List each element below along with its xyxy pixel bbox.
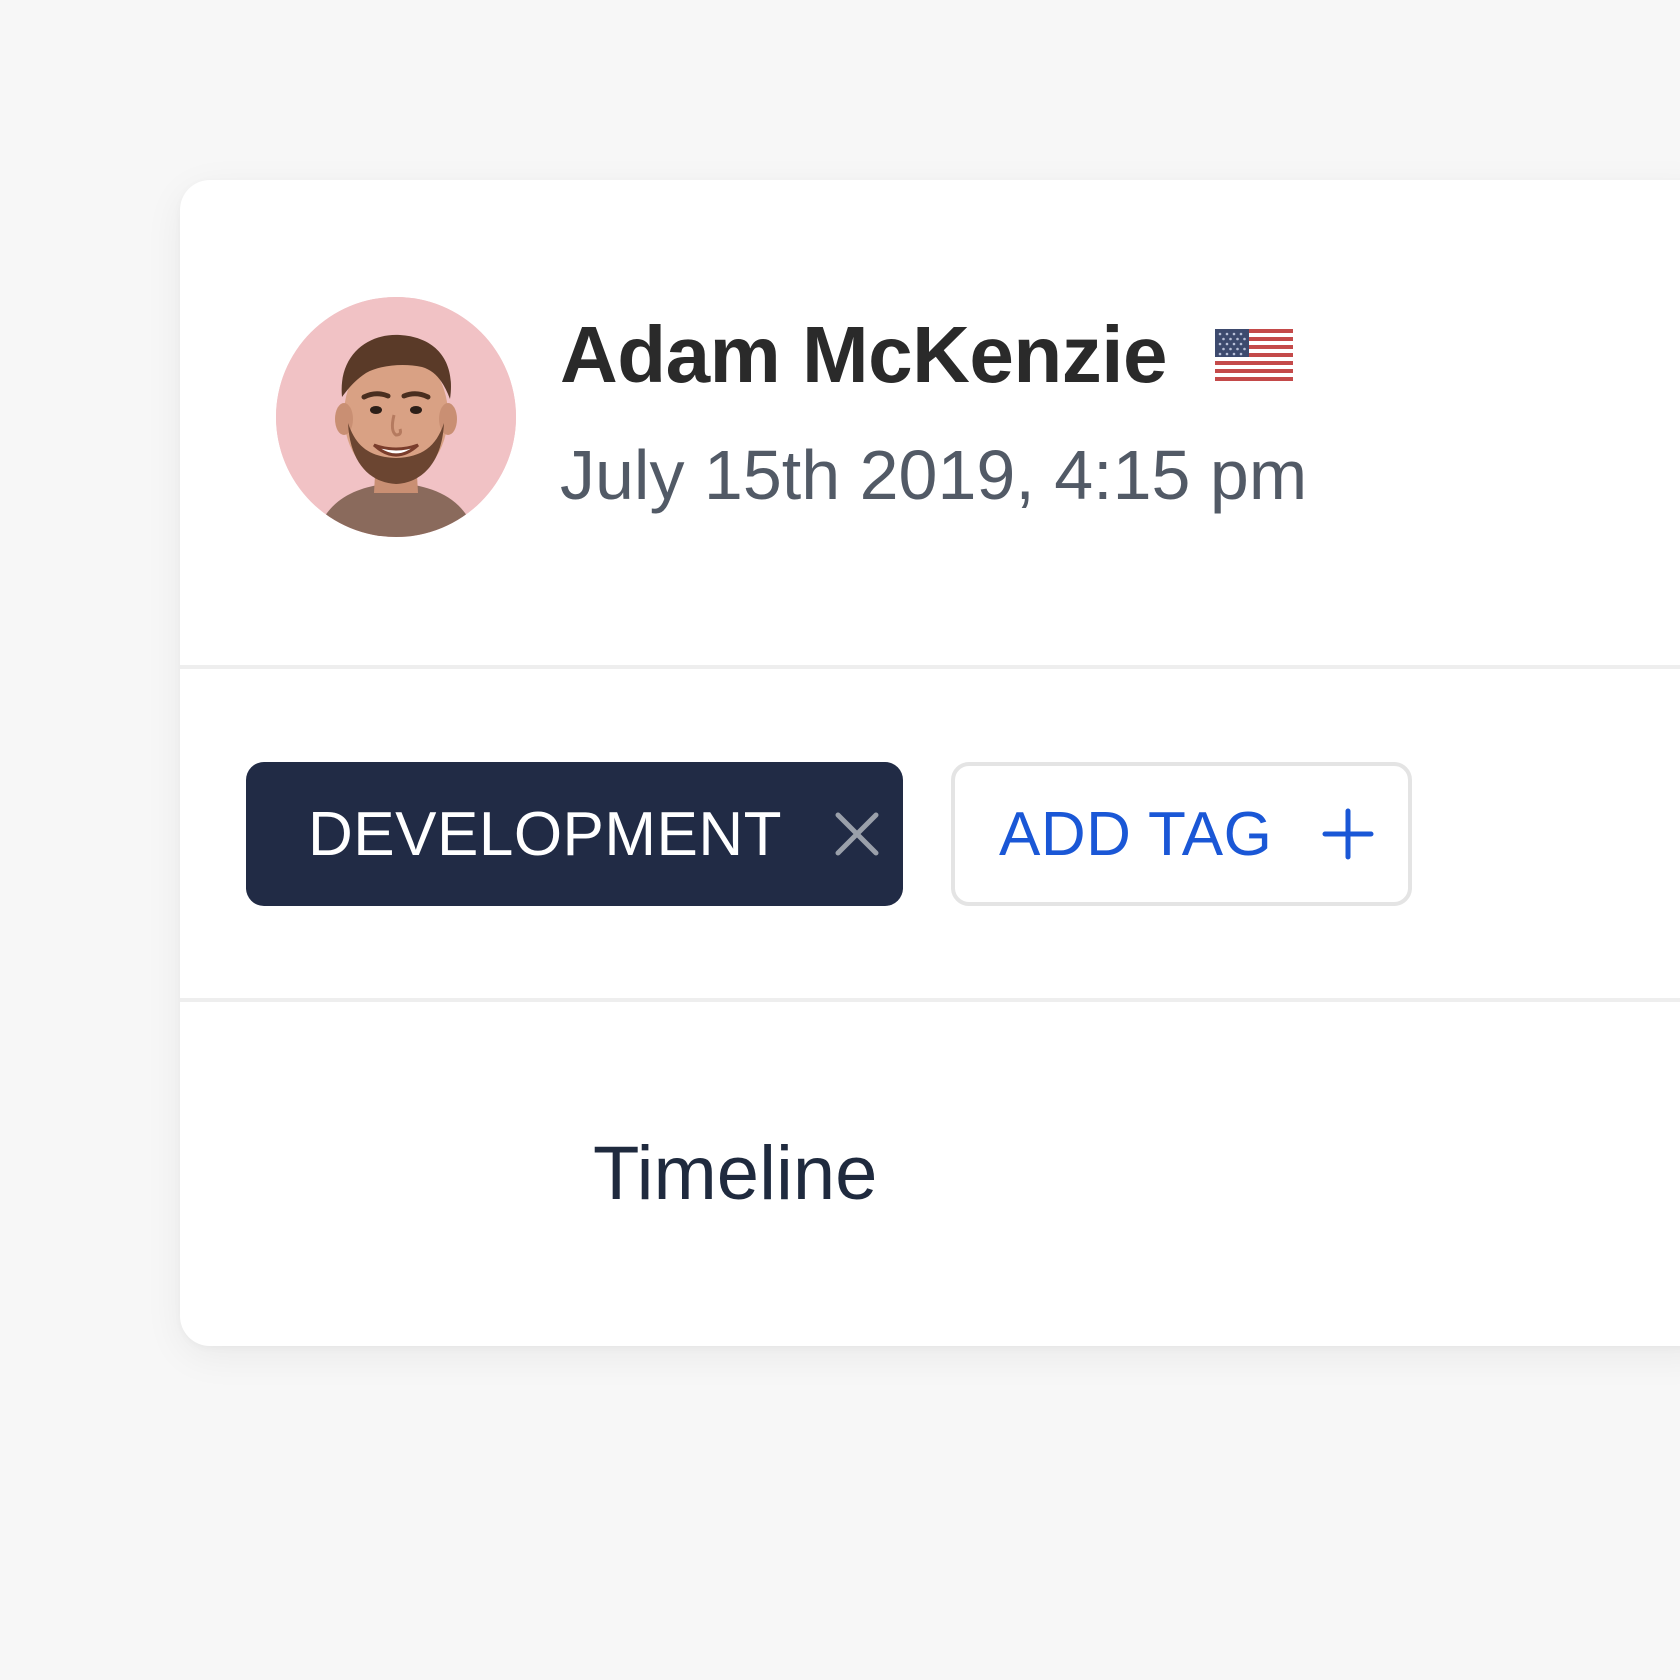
tag-chip-development[interactable]: DEVELOPMENT (246, 762, 903, 906)
us-flag-icon (1214, 329, 1293, 381)
timestamp: July 15th 2019, 4:15 pm (560, 436, 1308, 514)
avatar (276, 297, 516, 537)
tags-divider (180, 998, 1680, 1002)
name-row: Adam McKenzie (560, 310, 1293, 400)
header-divider (180, 665, 1680, 669)
plus-icon (1322, 808, 1374, 860)
contact-card: Adam McKenzie July 15th 2019, 4:15 pm DE… (180, 180, 1680, 1346)
close-icon[interactable] (834, 811, 880, 857)
timeline-section-title: Timeline (593, 1131, 878, 1216)
tag-chip-label: DEVELOPMENT (308, 799, 783, 869)
profile-header: Adam McKenzie July 15th 2019, 4:15 pm (180, 180, 1680, 667)
tag-row: DEVELOPMENT ADD TAG (246, 762, 1412, 906)
add-tag-label: ADD TAG (999, 799, 1273, 869)
contact-name: Adam McKenzie (560, 310, 1167, 399)
add-tag-button[interactable]: ADD TAG (951, 762, 1412, 906)
user-avatar-photo-icon (276, 297, 516, 537)
